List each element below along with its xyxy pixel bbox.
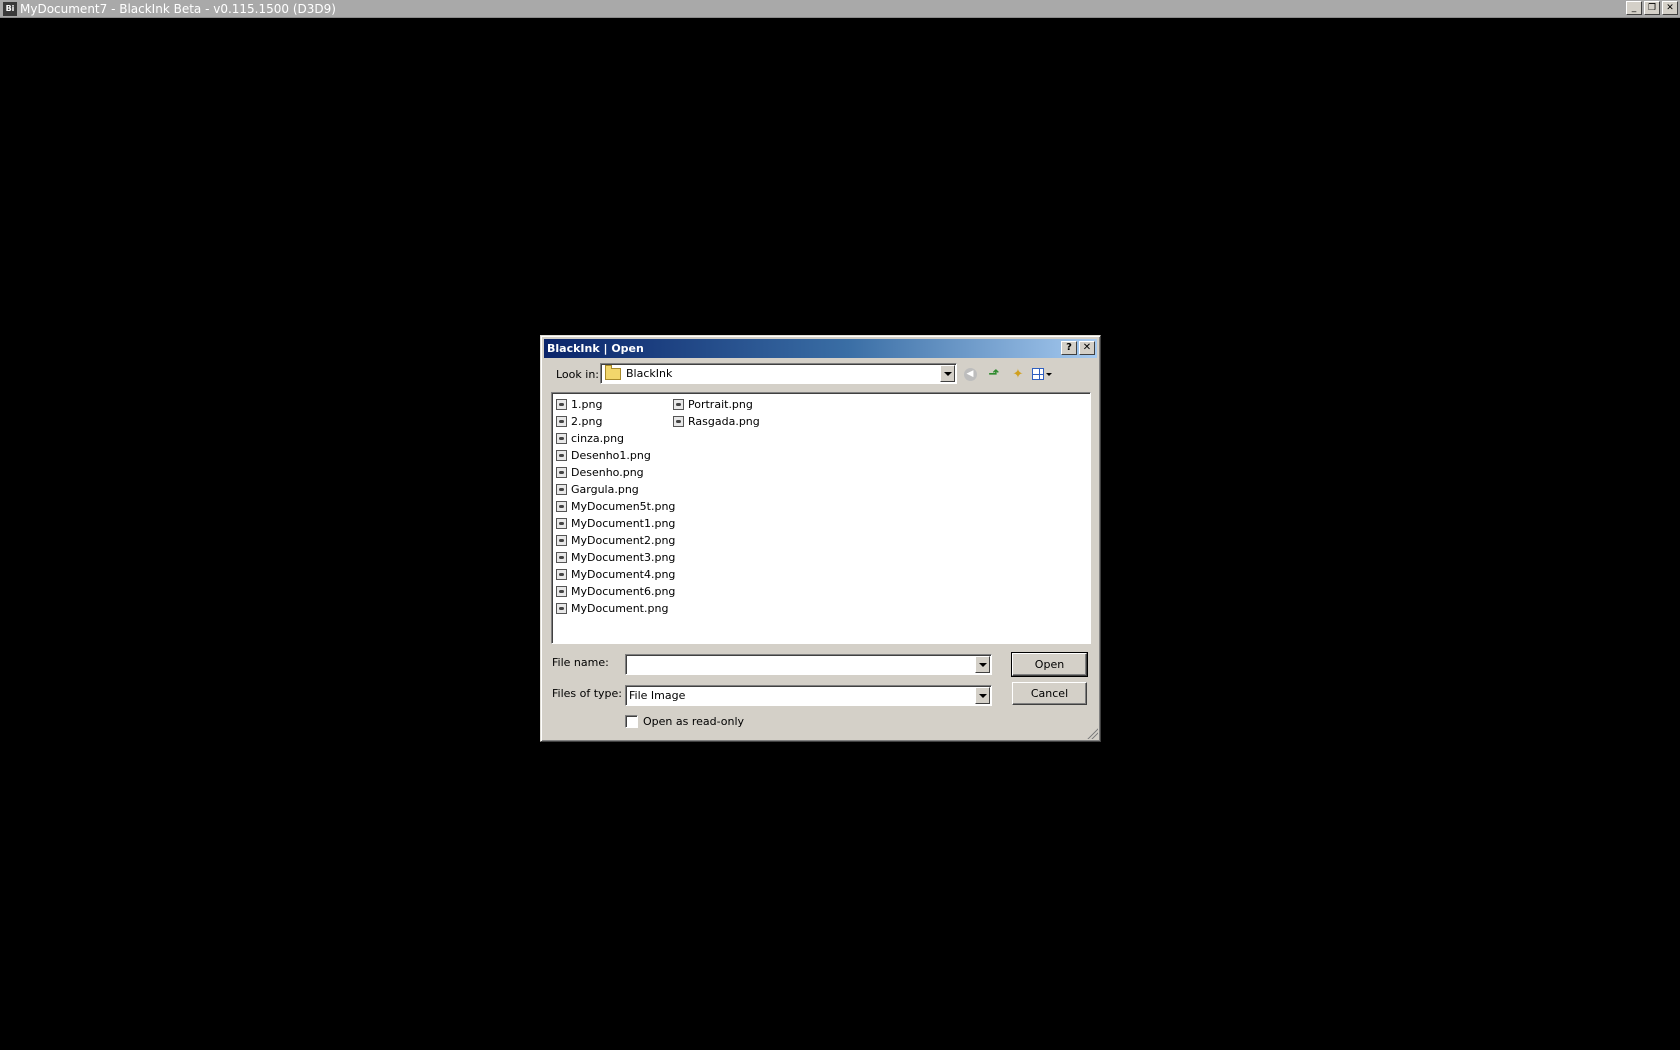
- file-item[interactable]: Portrait.png: [673, 396, 760, 413]
- file-item[interactable]: Desenho1.png: [556, 447, 675, 464]
- chevron-down-icon: [1046, 372, 1052, 376]
- file-item[interactable]: MyDocument4.png: [556, 566, 675, 583]
- new-folder-button[interactable]: ✦: [1008, 365, 1028, 383]
- image-file-icon: [673, 399, 684, 410]
- file-item-label: Portrait.png: [688, 398, 753, 411]
- file-item-label: MyDocument.png: [571, 602, 669, 615]
- image-file-icon: [556, 484, 567, 495]
- file-item-label: MyDocument1.png: [571, 517, 676, 530]
- views-icon: [1032, 368, 1044, 380]
- image-file-icon: [556, 603, 567, 614]
- file-item[interactable]: Rasgada.png: [673, 413, 760, 430]
- files-of-type-select[interactable]: File Image: [625, 685, 992, 706]
- file-item-label: MyDocument3.png: [571, 551, 676, 564]
- file-item-label: MyDocument6.png: [571, 585, 676, 598]
- back-button[interactable]: ◀: [960, 365, 980, 383]
- file-list-column-2: Portrait.png Rasgada.png: [673, 396, 760, 430]
- views-menu-button[interactable]: [1032, 365, 1052, 383]
- file-item[interactable]: MyDocument6.png: [556, 583, 675, 600]
- image-file-icon: [556, 535, 567, 546]
- files-of-type-dropdown-button[interactable]: [975, 687, 990, 704]
- file-item[interactable]: MyDocumen5t.png: [556, 498, 675, 515]
- file-item-label: 1.png: [571, 398, 603, 411]
- chevron-down-icon: [978, 693, 987, 698]
- app-titlebar: Bi MyDocument7 - BlackInk Beta - v0.115.…: [0, 0, 1680, 18]
- dialog-title: BlackInk | Open: [547, 342, 644, 355]
- file-name-field[interactable]: [625, 654, 992, 675]
- app-icon: Bi: [3, 1, 17, 16]
- file-item[interactable]: Desenho.png: [556, 464, 675, 481]
- chevron-down-icon: [978, 662, 987, 667]
- file-item[interactable]: 2.png: [556, 413, 675, 430]
- look-in-value: BlackInk: [626, 367, 673, 380]
- file-item[interactable]: MyDocument2.png: [556, 532, 675, 549]
- window-controls: _ ❐ ✕: [1626, 1, 1678, 15]
- file-name-label: File name:: [552, 656, 609, 669]
- open-button[interactable]: Open: [1011, 652, 1088, 677]
- file-item-label: Desenho.png: [571, 466, 644, 479]
- open-dialog: BlackInk | Open ? ✕ Look in: BlackInk ◀ …: [540, 335, 1101, 742]
- close-window-button[interactable]: ✕: [1662, 1, 1678, 15]
- file-item[interactable]: MyDocument3.png: [556, 549, 675, 566]
- file-item-label: 2.png: [571, 415, 603, 428]
- image-file-icon: [556, 552, 567, 563]
- help-button[interactable]: ?: [1061, 341, 1077, 355]
- files-of-type-value: File Image: [629, 689, 686, 702]
- maximize-button[interactable]: ❐: [1644, 1, 1660, 15]
- image-file-icon: [556, 433, 567, 444]
- file-item[interactable]: MyDocument.png: [556, 600, 675, 617]
- close-dialog-button[interactable]: ✕: [1079, 341, 1095, 355]
- dialog-title-controls: ? ✕: [1061, 341, 1095, 355]
- file-item-label: MyDocument4.png: [571, 568, 676, 581]
- file-item[interactable]: MyDocument1.png: [556, 515, 675, 532]
- file-item[interactable]: cinza.png: [556, 430, 675, 447]
- file-item[interactable]: Gargula.png: [556, 481, 675, 498]
- up-folder-icon: ⬏: [988, 366, 1000, 382]
- file-list-column-1: 1.png 2.png cinza.png Desenho1.png Desenho.p…: [556, 396, 675, 617]
- image-file-icon: [556, 416, 567, 427]
- image-file-icon: [673, 416, 684, 427]
- app-title: MyDocument7 - BlackInk Beta - v0.115.150…: [20, 1, 336, 16]
- file-item-label: Rasgada.png: [688, 415, 760, 428]
- files-of-type-label: Files of type:: [552, 687, 623, 700]
- read-only-checkbox[interactable]: [625, 715, 638, 728]
- dialog-toolbar: ◀ ⬏ ✦: [960, 365, 1052, 383]
- dialog-titlebar[interactable]: BlackInk | Open ? ✕: [544, 339, 1097, 358]
- image-file-icon: [556, 450, 567, 461]
- read-only-option[interactable]: Open as read-only: [625, 715, 744, 728]
- file-item-label: Desenho1.png: [571, 449, 651, 462]
- look-in-combo[interactable]: BlackInk: [600, 363, 957, 384]
- up-folder-button[interactable]: ⬏: [984, 365, 1004, 383]
- image-file-icon: [556, 586, 567, 597]
- image-file-icon: [556, 569, 567, 580]
- back-arrow-icon: ◀: [963, 367, 977, 381]
- image-file-icon: [556, 399, 567, 410]
- chevron-down-icon: [943, 371, 952, 376]
- file-item[interactable]: 1.png: [556, 396, 675, 413]
- file-item-label: MyDocument2.png: [571, 534, 676, 547]
- cancel-button[interactable]: Cancel: [1012, 682, 1087, 705]
- look-in-dropdown-button[interactable]: [940, 365, 955, 382]
- resize-grip[interactable]: [1086, 727, 1098, 739]
- new-folder-icon: ✦: [1012, 366, 1024, 382]
- minimize-button[interactable]: _: [1626, 1, 1642, 15]
- read-only-label: Open as read-only: [643, 715, 745, 728]
- file-item-label: cinza.png: [571, 432, 625, 445]
- image-file-icon: [556, 467, 567, 478]
- file-item-label: MyDocumen5t.png: [571, 500, 676, 513]
- file-name-dropdown-button[interactable]: [975, 656, 990, 673]
- image-file-icon: [556, 518, 567, 529]
- file-list[interactable]: 1.png 2.png cinza.png Desenho1.png Desenho.p…: [551, 392, 1091, 644]
- file-item-label: Gargula.png: [571, 483, 639, 496]
- look-in-label: Look in:: [556, 368, 599, 381]
- image-file-icon: [556, 501, 567, 512]
- folder-icon: [605, 364, 621, 380]
